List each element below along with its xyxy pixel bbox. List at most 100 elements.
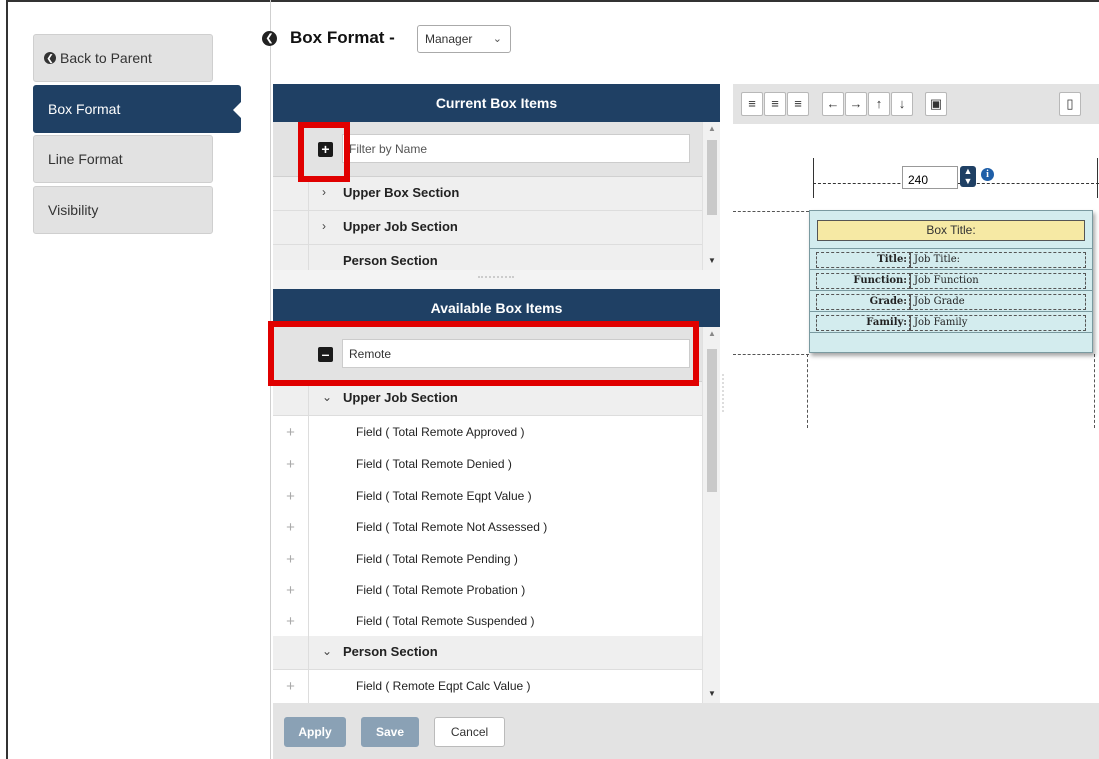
align-left-icon[interactable]: ≡ — [741, 92, 763, 116]
field-label: Field ( Total Remote Eqpt Value ) — [356, 489, 532, 503]
trash-icon[interactable]: ▯ — [1059, 92, 1081, 116]
apply-button[interactable]: Apply — [284, 717, 346, 747]
preview-label: Family: — [816, 315, 910, 331]
box-preview[interactable]: Box Title: Title: Job Title: Function: J… — [809, 210, 1093, 353]
header-back-icon[interactable]: ❮ — [262, 31, 277, 46]
box-title-area: Box Title: — [810, 211, 1092, 249]
resize-grip-icon — [478, 276, 514, 280]
scroll-thumb[interactable] — [707, 349, 717, 492]
info-icon[interactable]: i — [981, 168, 994, 181]
editor-toolbar: ≡ ≡ ≡ ← → ↑ ↓ ▣ ▯ — [733, 84, 1099, 124]
back-to-parent-button[interactable]: ❮ Back to Parent — [33, 34, 213, 82]
fit-frame-icon[interactable]: ▣ — [925, 92, 947, 116]
width-stepper-icon[interactable]: ▲ ▼ — [960, 166, 976, 187]
field-row[interactable]: + Field ( Remote Eqpt Calc Value ) — [273, 670, 702, 703]
nav-item-box-format[interactable]: Box Format — [33, 85, 241, 133]
arrow-up-icon[interactable]: ↑ — [868, 92, 890, 116]
preview-value: Job Grade — [910, 294, 1086, 310]
add-field-plus-icon[interactable]: + — [273, 605, 309, 638]
field-label: Field ( Total Remote Not Assessed ) — [356, 520, 548, 534]
add-field-plus-icon[interactable]: + — [273, 511, 309, 544]
field-row[interactable]: + Field ( Total Remote Eqpt Value ) — [273, 480, 702, 514]
chevron-down-icon[interactable]: ⌄ — [322, 390, 332, 404]
add-field-plus-icon[interactable]: + — [273, 416, 309, 449]
view-select-value: Manager — [425, 32, 473, 46]
save-button[interactable]: Save — [361, 717, 419, 747]
chevron-down-icon: ⌄ — [492, 33, 502, 45]
guide-line — [733, 211, 809, 212]
group-label: Person Section — [343, 644, 438, 659]
scroll-up-icon[interactable]: ▲ — [703, 329, 720, 341]
field-label: Field ( Total Remote Pending ) — [356, 552, 518, 566]
group-label: Upper Job Section — [343, 390, 458, 405]
align-right-icon[interactable]: ≡ — [787, 92, 809, 116]
section-row-upper-box[interactable]: › Upper Box Section — [273, 177, 702, 211]
add-field-plus-icon[interactable]: + — [273, 543, 309, 576]
preview-label: Function: — [816, 273, 910, 289]
arrow-right-icon[interactable]: → — [845, 92, 867, 116]
preview-label: Title: — [816, 252, 910, 268]
add-field-plus-icon[interactable]: + — [273, 670, 309, 703]
guide-line — [807, 354, 808, 428]
field-row[interactable]: + Field ( Total Remote Suspended ) — [273, 605, 702, 639]
arrow-down-icon[interactable]: ↓ — [891, 92, 913, 116]
group-row-upper-job[interactable]: ⌄ Upper Job Section — [273, 382, 702, 416]
highlight-box-expand-icon — [298, 122, 350, 182]
nav-item-label: Box Format — [48, 101, 121, 117]
scroll-down-icon[interactable]: ▼ — [703, 256, 720, 268]
page-title: Box Format - — [290, 28, 395, 47]
preview-row[interactable]: Family: Job Family — [810, 312, 1092, 333]
back-to-parent-label: Back to Parent — [60, 50, 152, 66]
chevron-down-icon[interactable]: ⌄ — [322, 644, 332, 658]
box-width-input[interactable] — [902, 166, 958, 189]
box-title-field[interactable]: Box Title: — [817, 220, 1085, 241]
cancel-button[interactable]: Cancel — [434, 717, 505, 747]
view-select[interactable]: Manager ⌄ — [417, 25, 511, 53]
add-field-plus-icon[interactable]: + — [273, 574, 309, 607]
preview-row[interactable]: Grade: Job Grade — [810, 291, 1092, 312]
chevron-right-icon[interactable]: › — [322, 219, 326, 233]
field-row[interactable]: + Field ( Total Remote Not Assessed ) — [273, 511, 702, 545]
add-field-plus-icon[interactable]: + — [273, 448, 309, 481]
section-label: Person Section — [343, 253, 438, 268]
width-ruler-left-tick — [813, 158, 814, 198]
field-label: Field ( Total Remote Denied ) — [356, 457, 512, 471]
highlight-box-remote-filter — [268, 321, 699, 386]
group-row-person[interactable]: ⌄ Person Section — [273, 636, 702, 670]
nav-item-visibility[interactable]: Visibility — [33, 186, 213, 234]
current-filter-input[interactable] — [342, 134, 690, 163]
preview-value: Job Family — [910, 315, 1086, 331]
scroll-up-icon[interactable]: ▲ — [703, 124, 720, 136]
footer-bar: Apply Save Cancel — [273, 703, 1099, 759]
preview-label: Grade: — [816, 294, 910, 310]
preview-row[interactable]: Function: Job Function — [810, 270, 1092, 291]
field-label: Field ( Total Remote Probation ) — [356, 583, 526, 597]
preview-row[interactable]: Title: Job Title: — [810, 249, 1092, 270]
align-center-icon[interactable]: ≡ — [764, 92, 786, 116]
field-row[interactable]: + Field ( Total Remote Denied ) — [273, 448, 702, 482]
add-field-plus-icon[interactable]: + — [273, 480, 309, 513]
arrow-left-icon[interactable]: ← — [822, 92, 844, 116]
column-resize-grip[interactable] — [722, 374, 728, 412]
available-list-scrollbar[interactable]: ▲ ▼ — [702, 327, 720, 703]
field-label: Field ( Total Remote Approved ) — [356, 425, 525, 439]
section-row-person[interactable]: Person Section — [273, 245, 702, 270]
window-top-border — [6, 0, 1099, 2]
section-label: Upper Job Section — [343, 219, 458, 234]
panel-resize-handle[interactable] — [273, 270, 720, 289]
scroll-thumb[interactable] — [707, 140, 717, 215]
nav-item-line-format[interactable]: Line Format — [33, 135, 213, 183]
current-list-scrollbar[interactable]: ▲ ▼ — [702, 122, 720, 270]
field-label: Field ( Total Remote Suspended ) — [356, 614, 535, 628]
width-ruler-right-tick — [1097, 158, 1098, 198]
row-gutter — [273, 382, 309, 415]
field-row[interactable]: + Field ( Total Remote Probation ) — [273, 574, 702, 608]
back-arrow-icon: ❮ — [44, 52, 56, 64]
field-row[interactable]: + Field ( Total Remote Approved ) — [273, 416, 702, 450]
row-gutter — [273, 211, 309, 244]
section-row-upper-job[interactable]: › Upper Job Section — [273, 211, 702, 245]
scroll-down-icon[interactable]: ▼ — [703, 689, 720, 701]
current-box-items-header: Current Box Items — [273, 84, 720, 122]
field-row[interactable]: + Field ( Total Remote Pending ) — [273, 543, 702, 577]
chevron-right-icon[interactable]: › — [322, 185, 326, 199]
